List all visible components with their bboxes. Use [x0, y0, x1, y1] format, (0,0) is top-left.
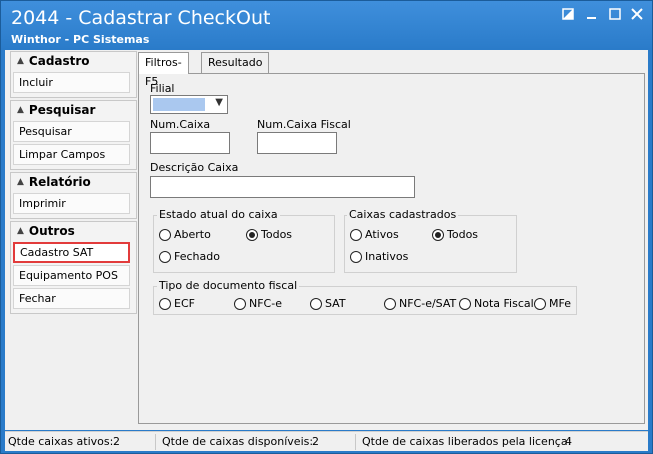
group-pesquisar: ▲ Pesquisar Pesquisar Limpar Campos [10, 100, 137, 170]
group-outros: ▲ Outros Cadastro SAT Equipamento POS Fec… [10, 221, 137, 314]
radio-circle-icon [310, 297, 322, 310]
incluir-button[interactable]: Incluir [13, 72, 130, 93]
caixas-disponiveis-value: 2 [312, 435, 319, 448]
maximize-icon[interactable] [606, 8, 624, 24]
collapse-chevron-icon: ▲ [17, 105, 24, 115]
group-header-pesquisar[interactable]: ▲ Pesquisar [13, 102, 134, 119]
group-header-outros[interactable]: ▲ Outros [13, 223, 134, 240]
collapse-chevron-icon: ▲ [17, 177, 24, 187]
caixas-ativos-label: Qtde caixas ativos: [8, 435, 114, 448]
estado-aberto-radio[interactable]: Aberto [159, 228, 211, 241]
tab-resultado[interactable]: Resultado da Pesquisa-F6 [201, 52, 270, 126]
group-cadastro: ▲ Cadastro Incluir [10, 51, 137, 98]
radio-checked-icon [432, 228, 444, 241]
tipo-nfce-sat-radio[interactable]: NFC-e/SAT [384, 297, 456, 310]
close-icon[interactable] [628, 8, 646, 24]
estado-todos-radio[interactable]: Todos [246, 228, 292, 241]
group-header-cadastro[interactable]: ▲ Cadastro [13, 53, 134, 70]
caixas-ativos-value: 2 [113, 435, 120, 448]
descricao-caixa-label: Descrição Caixa [150, 161, 239, 174]
num-caixa-fiscal-label: Num.Caixa Fiscal [257, 118, 351, 131]
group-title: Outros [28, 224, 75, 238]
caixas-ativos-radio[interactable]: Ativos [350, 228, 399, 241]
window-subtitle: Winthor - PC Sistemas [11, 33, 150, 46]
radio-label: Todos [447, 228, 479, 241]
group-relatorio: ▲ Relatório Imprimir [10, 172, 137, 219]
num-caixa-fiscal-input[interactable] [257, 132, 337, 154]
main-area: Filtros-F5 Resultado da Pesquisa-F6 Fili… [138, 52, 645, 424]
chevron-down-icon: ▼ [215, 97, 223, 108]
tipo-sat-radio[interactable]: SAT [310, 297, 346, 310]
status-separator [355, 434, 356, 450]
group-title: Relatório [28, 175, 91, 189]
estado-caixa-title: Estado atual do caixa [157, 208, 280, 221]
estado-caixa-group [153, 215, 335, 273]
fechar-button[interactable]: Fechar [13, 288, 130, 309]
caixas-cadastrados-title: Caixas cadastrados [347, 208, 459, 221]
caixas-liberados-label: Qtde de caixas liberados pela licença: [362, 435, 572, 448]
radio-circle-icon [234, 297, 246, 310]
radio-checked-icon [246, 228, 258, 241]
window-title: 2044 - Cadastrar CheckOut [11, 7, 271, 29]
num-caixa-label: Num.Caixa [150, 118, 211, 131]
imprimir-button[interactable]: Imprimir [13, 193, 130, 214]
tipo-documento-title: Tipo de documento fiscal [157, 279, 300, 292]
filial-select[interactable]: ▼ [150, 95, 228, 114]
caixas-liberados-value: 4 [565, 435, 572, 448]
minimize-icon[interactable] [583, 8, 601, 24]
caixas-cadastrados-group [344, 215, 517, 273]
tipo-nfce-radio[interactable]: NFC-e [234, 297, 282, 310]
radio-circle-icon [350, 228, 362, 241]
tipo-mfe-radio[interactable]: MFe [534, 297, 571, 310]
client-area: ▲ Cadastro Incluir ▲ Pesquisar Pesquisar L… [5, 50, 648, 430]
equipamento-pos-button[interactable]: Equipamento POS [13, 265, 130, 286]
radio-circle-icon [534, 297, 546, 310]
restore-icon[interactable] [559, 8, 577, 24]
caixas-todos-radio[interactable]: Todos [432, 228, 478, 241]
radio-label: NFC-e [249, 297, 282, 310]
radio-circle-icon [459, 297, 471, 310]
radio-label: Inativos [365, 250, 409, 263]
radio-label: Aberto [174, 228, 211, 241]
estado-fechado-radio[interactable]: Fechado [159, 250, 220, 263]
filial-selected-value [153, 98, 205, 111]
tab-filtros[interactable]: Filtros-F5 [138, 52, 189, 88]
caixas-disponiveis-label: Qtde de caixas disponíveis: [162, 435, 314, 448]
title-bar: 2044 - Cadastrar CheckOut Winthor - PC S… [1, 1, 652, 48]
descricao-caixa-input[interactable] [150, 176, 415, 198]
radio-label: NFC-e/SAT [399, 297, 457, 310]
radio-label: MFe [549, 297, 571, 310]
radio-label: Ativos [365, 228, 399, 241]
group-title: Pesquisar [28, 103, 96, 117]
radio-label: Fechado [174, 250, 220, 263]
radio-circle-icon [350, 250, 362, 263]
radio-circle-icon [384, 297, 396, 310]
status-separator [155, 434, 156, 450]
pesquisar-button[interactable]: Pesquisar [13, 121, 130, 142]
radio-circle-icon [159, 250, 171, 263]
group-header-relatorio[interactable]: ▲ Relatório [13, 174, 134, 191]
cadastro-sat-button[interactable]: Cadastro SAT [13, 242, 130, 263]
radio-label: Nota Fiscal [474, 297, 534, 310]
tipo-ecf-radio[interactable]: ECF [159, 297, 195, 310]
num-caixa-input[interactable] [150, 132, 230, 154]
collapse-chevron-icon: ▲ [17, 56, 24, 66]
caixas-inativos-radio[interactable]: Inativos [350, 250, 408, 263]
status-bar: Qtde caixas ativos: 2 Qtde de caixas dis… [5, 431, 648, 451]
radio-circle-icon [159, 297, 171, 310]
limpar-campos-button[interactable]: Limpar Campos [13, 144, 130, 165]
filters-panel: Filial ▼ Num.Caixa Num.Caixa Fiscal Desc… [138, 73, 645, 424]
radio-circle-icon [159, 228, 171, 241]
radio-label: SAT [325, 297, 346, 310]
radio-label: ECF [174, 297, 195, 310]
collapse-chevron-icon: ▲ [17, 226, 24, 236]
app-window: 2044 - Cadastrar CheckOut Winthor - PC S… [0, 0, 653, 454]
group-title: Cadastro [28, 54, 90, 68]
radio-label: Todos [261, 228, 293, 241]
sidebar: ▲ Cadastro Incluir ▲ Pesquisar Pesquisar L… [10, 51, 137, 316]
tipo-nota-fiscal-radio[interactable]: Nota Fiscal [459, 297, 534, 310]
